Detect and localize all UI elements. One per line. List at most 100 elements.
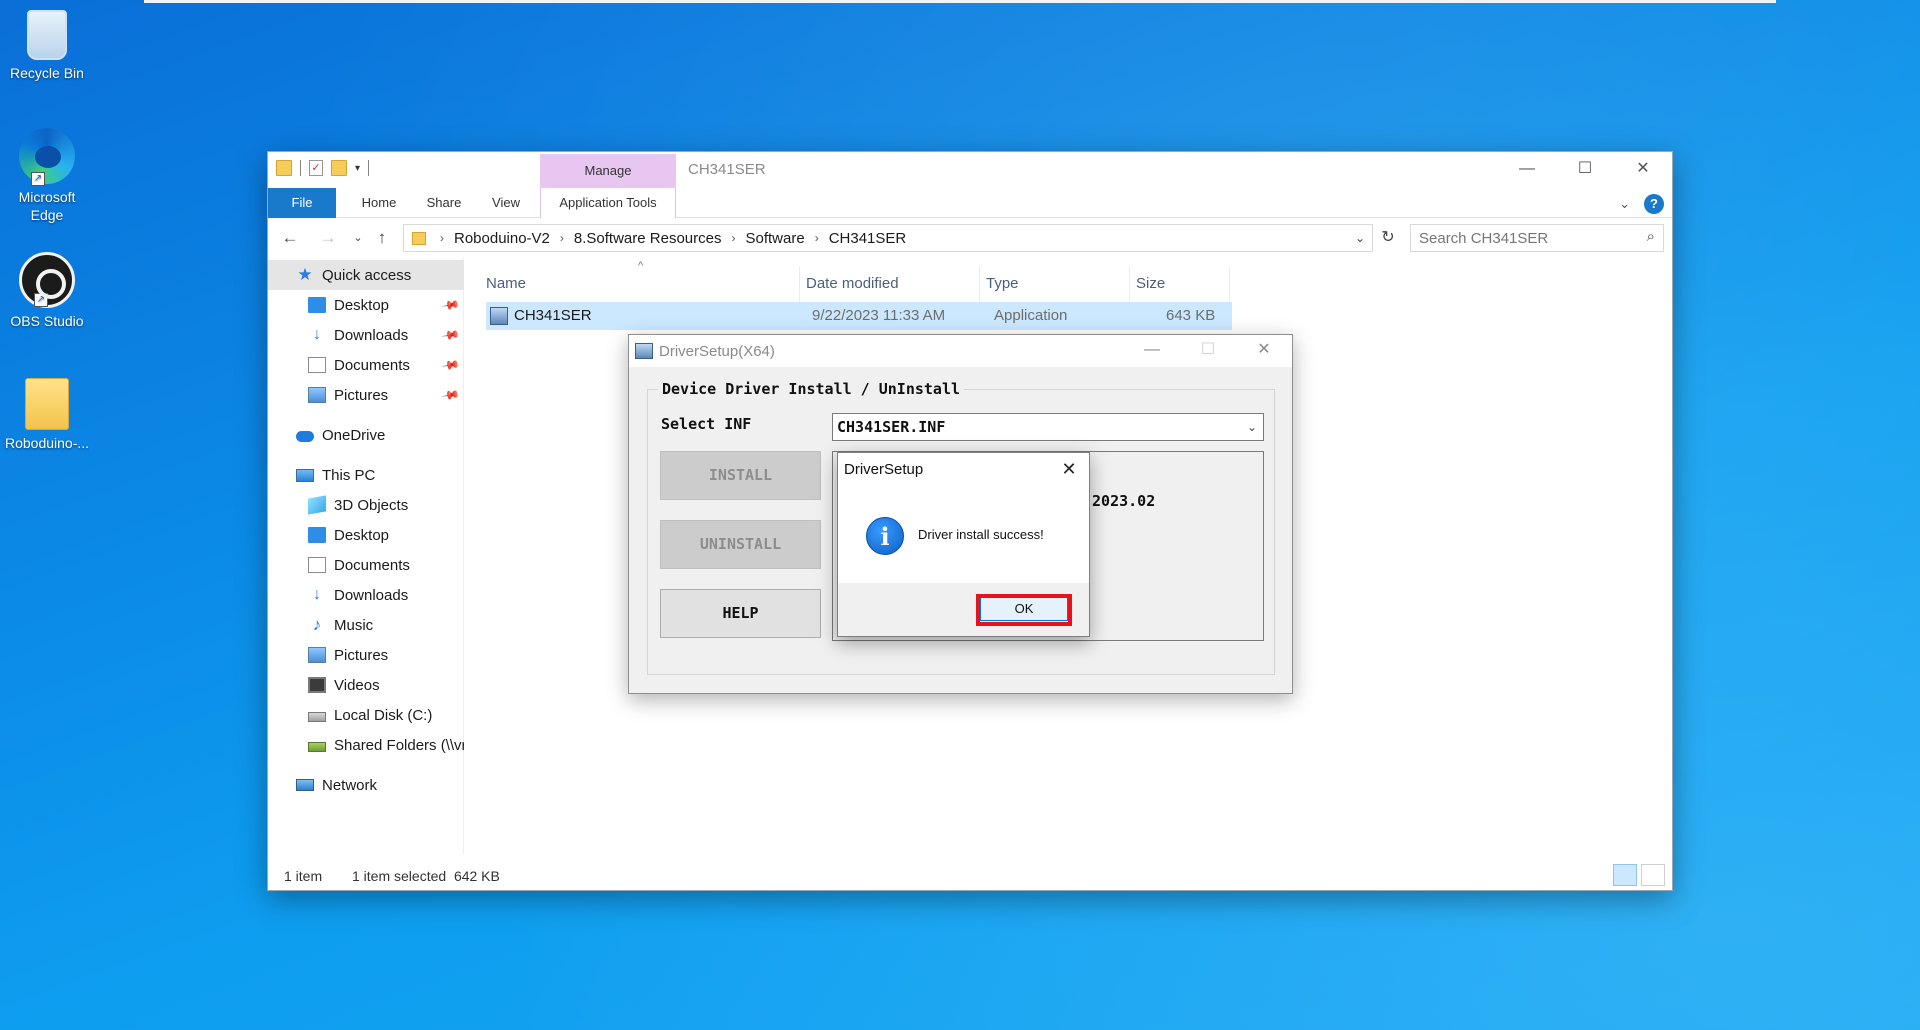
cloud-icon [296, 431, 314, 442]
customize-dropdown-icon[interactable]: ▾ [355, 163, 360, 174]
nav-label: OneDrive [322, 426, 386, 444]
desktop-icon-edge[interactable]: ↗ Microsoft Edge [2, 128, 92, 224]
ok-button[interactable]: OK [980, 597, 1068, 621]
minimize-icon[interactable]: — [1498, 152, 1556, 188]
minimize-icon[interactable]: — [1124, 335, 1180, 367]
chevron-down-icon[interactable]: ⌄ [1348, 225, 1372, 251]
nav-pc-downloads[interactable]: ↓ Downloads [268, 580, 464, 610]
install-button[interactable]: INSTALL [660, 451, 821, 500]
refresh-icon[interactable]: ↻ [1376, 226, 1400, 250]
chevron-down-icon: ⌄ [1246, 420, 1257, 434]
help-button[interactable]: HELP [660, 589, 821, 638]
search-input[interactable]: Search CH341SER ⌕ [1410, 224, 1664, 252]
nav-label: Videos [334, 676, 380, 694]
file-type: Application [994, 307, 1068, 324]
nav-label: 3D Objects [334, 496, 409, 514]
breadcrumb-item[interactable]: CH341SER [829, 230, 907, 247]
desktop-icon [308, 527, 326, 543]
pin-icon: 📌 [440, 324, 461, 346]
file-date: 9/22/2023 11:33 AM [812, 307, 946, 324]
details-view-icon[interactable] [1613, 864, 1637, 886]
expand-ribbon-icon[interactable]: ⌄ [1619, 196, 1630, 212]
nav-this-pc[interactable]: This PC [268, 460, 464, 490]
nav-label: Downloads [334, 326, 409, 344]
column-header-size[interactable]: Size [1130, 266, 1230, 302]
large-icons-view-icon[interactable] [1641, 864, 1665, 886]
file-size: 643 KB [1166, 307, 1216, 324]
navigation-pane: ★ Quick access Desktop 📌 ↓ Downloads 📌 D… [268, 258, 464, 854]
dialog-footer: OK [838, 583, 1089, 636]
new-folder-icon[interactable] [331, 160, 347, 176]
uninstall-button[interactable]: UNINSTALL [660, 520, 821, 569]
nav-label: Pictures [334, 646, 389, 664]
close-icon[interactable]: ✕ [1614, 152, 1672, 188]
nav-music[interactable]: ♪ Music [268, 610, 464, 640]
inf-select[interactable]: CH341SER.INF ⌄ [832, 413, 1264, 441]
star-icon: ★ [297, 265, 313, 284]
select-inf-label: Select INF [661, 415, 752, 433]
download-arrow-icon: ↓ [313, 326, 321, 343]
nav-pc-desktop[interactable]: Desktop [268, 520, 464, 550]
navigation-bar: ← → ⌄ ↑ › Roboduino-V2 › 8.Software Reso… [268, 218, 1672, 258]
column-header-name[interactable]: Name [480, 266, 800, 302]
desktop-icon-label: OBS Studio [10, 313, 84, 329]
nav-pc-documents[interactable]: Documents [268, 550, 464, 580]
nav-shared-folders[interactable]: Shared Folders (\\vr [268, 730, 464, 760]
column-header-date[interactable]: Date modified [800, 266, 980, 302]
nav-onedrive[interactable]: OneDrive [268, 420, 464, 450]
tab-application-tools[interactable]: Application Tools [540, 188, 676, 218]
up-arrow-icon[interactable]: ↑ [370, 226, 394, 250]
desktop-icon-obs[interactable]: ↗ OBS Studio [2, 252, 92, 330]
tab-view[interactable]: View [478, 188, 534, 218]
desktop-icon-label: Roboduino-... [4, 435, 90, 451]
tab-manage[interactable]: Manage [540, 154, 676, 188]
nav-documents[interactable]: Documents 📌 [268, 350, 464, 380]
desktop-icon-roboduino-folder[interactable]: Roboduino-... [2, 378, 92, 452]
column-header-type[interactable]: Type [980, 266, 1130, 302]
nav-desktop[interactable]: Desktop 📌 [268, 290, 464, 320]
breadcrumb-item[interactable]: Roboduino-V2 [454, 230, 550, 247]
nav-label: Music [334, 616, 374, 634]
nav-videos[interactable]: Videos [268, 670, 464, 700]
cube-icon [308, 495, 326, 515]
tab-share[interactable]: Share [416, 188, 472, 218]
desktop-icon [308, 297, 326, 313]
nav-label: Pictures [334, 386, 389, 404]
close-icon[interactable]: ✕ [1236, 335, 1292, 367]
nav-local-disk[interactable]: Local Disk (C:) [268, 700, 464, 730]
back-arrow-icon[interactable]: ← [278, 226, 302, 250]
desktop-icon-recycle-bin[interactable]: Recycle Bin [2, 10, 92, 82]
tab-file[interactable]: File [268, 188, 336, 218]
desktop-icon-label: Recycle Bin [10, 65, 84, 81]
forward-arrow-icon[interactable]: → [316, 226, 340, 250]
dialog-message: Driver install success! [918, 527, 1044, 542]
close-icon[interactable]: ✕ [1049, 453, 1089, 485]
maximize-icon[interactable]: ☐ [1556, 152, 1614, 188]
nav-quick-access[interactable]: ★ Quick access [268, 260, 464, 290]
breadcrumb-item[interactable]: 8.Software Resources [574, 230, 722, 247]
nav-downloads[interactable]: ↓ Downloads 📌 [268, 320, 464, 350]
nav-label: Shared Folders (\\vr [334, 736, 464, 754]
explorer-titlebar: ✓ ▾ Manage CH341SER — ☐ ✕ [268, 152, 1672, 188]
nav-3d-objects[interactable]: 3D Objects [268, 490, 464, 520]
tab-home[interactable]: Home [348, 188, 410, 218]
dialog-title: DriverSetup [844, 461, 924, 478]
recent-locations-icon[interactable]: ⌄ [346, 226, 370, 250]
nav-pictures[interactable]: Pictures 📌 [268, 380, 464, 410]
properties-icon[interactable]: ✓ [309, 160, 323, 176]
address-bar[interactable]: › Roboduino-V2 › 8.Software Resources › … [403, 224, 1373, 252]
music-note-icon: ♪ [312, 615, 322, 634]
status-bar: 1 item 1 item selected 642 KB [268, 864, 1672, 890]
shortcut-arrow-icon: ↗ [31, 172, 45, 186]
selection-info: 1 item selected 642 KB [352, 868, 500, 884]
table-row[interactable]: CH341SER 9/22/2023 11:33 AM Application … [486, 302, 1232, 330]
breadcrumb-item[interactable]: Software [745, 230, 804, 247]
nav-pc-pictures[interactable]: Pictures [268, 640, 464, 670]
quick-access-toolbar: ✓ ▾ [276, 160, 370, 176]
help-icon[interactable]: ? [1644, 194, 1664, 214]
chevron-right-icon: › [814, 231, 819, 245]
nav-network[interactable]: Network [268, 770, 464, 800]
inf-select-value: CH341SER.INF [837, 418, 946, 436]
computer-icon [296, 468, 314, 482]
success-dialog: DriverSetup ✕ i Driver install success! … [837, 452, 1090, 637]
